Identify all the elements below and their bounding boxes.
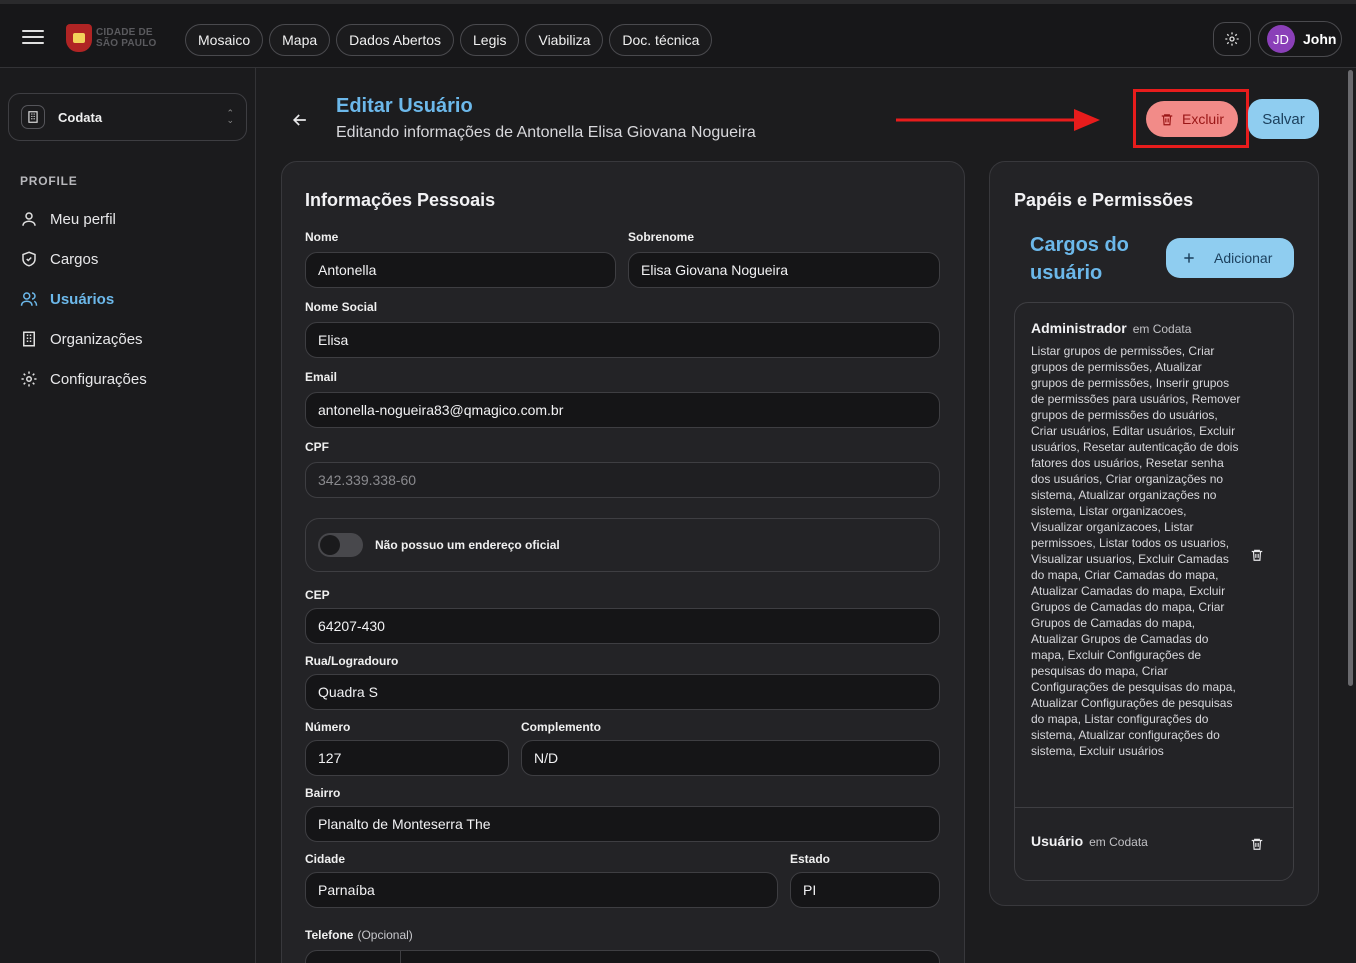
rua-field[interactable]: Quadra S — [305, 674, 940, 710]
nav-mapa[interactable]: Mapa — [269, 24, 331, 56]
gear-icon — [21, 371, 37, 387]
building-icon — [23, 331, 35, 347]
bairro-field[interactable]: Planalto de Monteserra The — [305, 806, 940, 842]
cpf-field: 342.339.338-60 — [305, 462, 940, 498]
trash-icon — [1161, 113, 1173, 125]
gear-icon — [1225, 32, 1239, 46]
chevron-updown-icon: ⌃ ⌄ — [226, 108, 234, 125]
page-subtitle: Editando informações de Antonella Elisa … — [336, 124, 756, 141]
logo-text: CIDADE DE SÃO PAULO — [96, 27, 157, 49]
page-title: Editar Usuário — [336, 95, 473, 117]
telefone-label-text: Telefone — [305, 928, 354, 942]
delete-button-label: Excluir — [1181, 111, 1224, 127]
toggle-label: Não possuo um endereço oficial — [375, 538, 560, 552]
page-scrollbar[interactable] — [1348, 70, 1353, 686]
nome-social-label: Nome Social — [305, 300, 378, 314]
building-icon — [21, 105, 45, 129]
hamburger-menu-icon[interactable] — [22, 30, 44, 46]
top-nav: Mosaico Mapa Dados Abertos Legis Viabili… — [185, 24, 713, 56]
user-icon — [22, 212, 36, 226]
cidade-field[interactable]: Parnaíba — [305, 872, 778, 908]
role-name-text: Usuário — [1031, 833, 1084, 849]
role-permissions: Listar grupos de permissões, Criar grupo… — [1031, 344, 1241, 758]
nav-mosaico[interactable]: Mosaico — [185, 24, 264, 56]
sidebar-item-usuarios[interactable]: Usuários — [20, 287, 114, 311]
no-official-address-toggle-row: Não possuo um endereço oficial — [305, 518, 940, 572]
back-arrow-icon[interactable] — [290, 110, 310, 130]
organization-name: Codata — [58, 109, 103, 125]
nav-doc-tecnica[interactable]: Doc. técnica — [609, 24, 713, 56]
top-bar: CIDADE DE SÃO PAULO Mosaico Mapa Dados A… — [0, 0, 1356, 68]
sidebar-item-organizacoes[interactable]: Organizações — [20, 327, 143, 351]
cep-field[interactable]: 64207-430 — [305, 608, 940, 644]
sidebar-item-cargos[interactable]: Cargos — [20, 247, 98, 271]
roles-title: Papéis e Permissões — [1014, 190, 1194, 210]
trash-icon[interactable] — [1250, 547, 1264, 563]
role-org: em Codata — [1132, 322, 1192, 336]
bairro-label: Bairro — [305, 786, 341, 800]
trash-icon[interactable] — [1250, 836, 1264, 852]
annotation-arrow-icon — [896, 109, 1100, 131]
section-label: PROFILE — [20, 174, 78, 188]
add-role-label: Adicionar — [1214, 250, 1273, 266]
role-name: Usuário em Codata — [1031, 833, 1148, 849]
sidebar-item-label: Meu perfil — [50, 210, 116, 228]
optional-tag: (Opcional) — [357, 928, 413, 942]
sidebar-item-label: Configurações — [50, 370, 147, 388]
sidebar-item-label: Organizações — [50, 330, 143, 348]
divider — [1015, 807, 1293, 808]
nav-viabiliza[interactable]: Viabiliza — [525, 24, 604, 56]
role-name-text: Administrador — [1031, 320, 1127, 336]
telefone-label: Telefone (Opcional) — [305, 928, 413, 942]
nav-dados-abertos[interactable]: Dados Abertos — [336, 24, 455, 56]
users-icon — [20, 292, 38, 306]
avatar: JD — [1267, 25, 1295, 53]
shield-icon — [22, 251, 36, 267]
rua-label: Rua/Logradouro — [305, 654, 399, 668]
settings-button[interactable] — [1213, 22, 1251, 56]
nome-social-field[interactable]: Elisa — [305, 322, 940, 358]
no-official-address-switch[interactable] — [318, 533, 363, 557]
sobrenome-field[interactable]: Elisa Giovana Nogueira — [628, 252, 940, 288]
delete-button[interactable]: Excluir — [1146, 101, 1238, 137]
role-org: em Codata — [1089, 835, 1148, 849]
organization-select[interactable]: Codata ⌃ ⌄ — [8, 93, 247, 141]
telefone-ddd-field[interactable] — [305, 950, 401, 963]
nav-legis[interactable]: Legis — [460, 24, 520, 56]
numero-label: Número — [305, 720, 351, 734]
nome-field[interactable]: Antonella — [305, 252, 616, 288]
sidebar-item-meu-perfil[interactable]: Meu perfil — [20, 207, 116, 231]
estado-field[interactable]: PI — [790, 872, 940, 908]
complemento-field[interactable]: N/D — [521, 740, 940, 776]
complemento-label: Complemento — [521, 720, 602, 734]
cep-label: CEP — [305, 588, 330, 602]
estado-label: Estado — [790, 852, 831, 866]
sidebar-item-configuracoes[interactable]: Configurações — [20, 367, 147, 391]
telefone-field[interactable] — [400, 950, 940, 963]
numero-field[interactable]: 127 — [305, 740, 509, 776]
email-field[interactable]: antonella-nogueira83@qmagico.com.br — [305, 392, 940, 428]
add-role-button[interactable]: Adicionar — [1166, 238, 1294, 278]
email-label: Email — [305, 370, 338, 384]
role-name: Administrador em Codata — [1031, 320, 1191, 336]
nome-label: Nome — [305, 230, 339, 244]
city-logo[interactable]: CIDADE DE SÃO PAULO — [66, 22, 170, 54]
sidebar: Codata ⌃ ⌄ PROFILE Meu perfil Cargos Usuá… — [0, 68, 256, 963]
cpf-label: CPF — [305, 440, 329, 454]
roles-subtitle: Cargos do usuário — [1030, 234, 1129, 284]
sidebar-item-label: Usuários — [50, 290, 115, 308]
user-menu-button[interactable]: JD John — [1258, 21, 1342, 57]
user-name: John — [1303, 31, 1337, 47]
sobrenome-label: Sobrenome — [628, 230, 695, 244]
cidade-label: Cidade — [305, 852, 346, 866]
save-button[interactable]: Salvar — [1248, 99, 1319, 139]
city-seal-icon — [66, 24, 92, 52]
sidebar-item-label: Cargos — [50, 250, 99, 268]
plus-icon — [1184, 253, 1194, 263]
personal-info-title: Informações Pessoais — [305, 190, 496, 210]
